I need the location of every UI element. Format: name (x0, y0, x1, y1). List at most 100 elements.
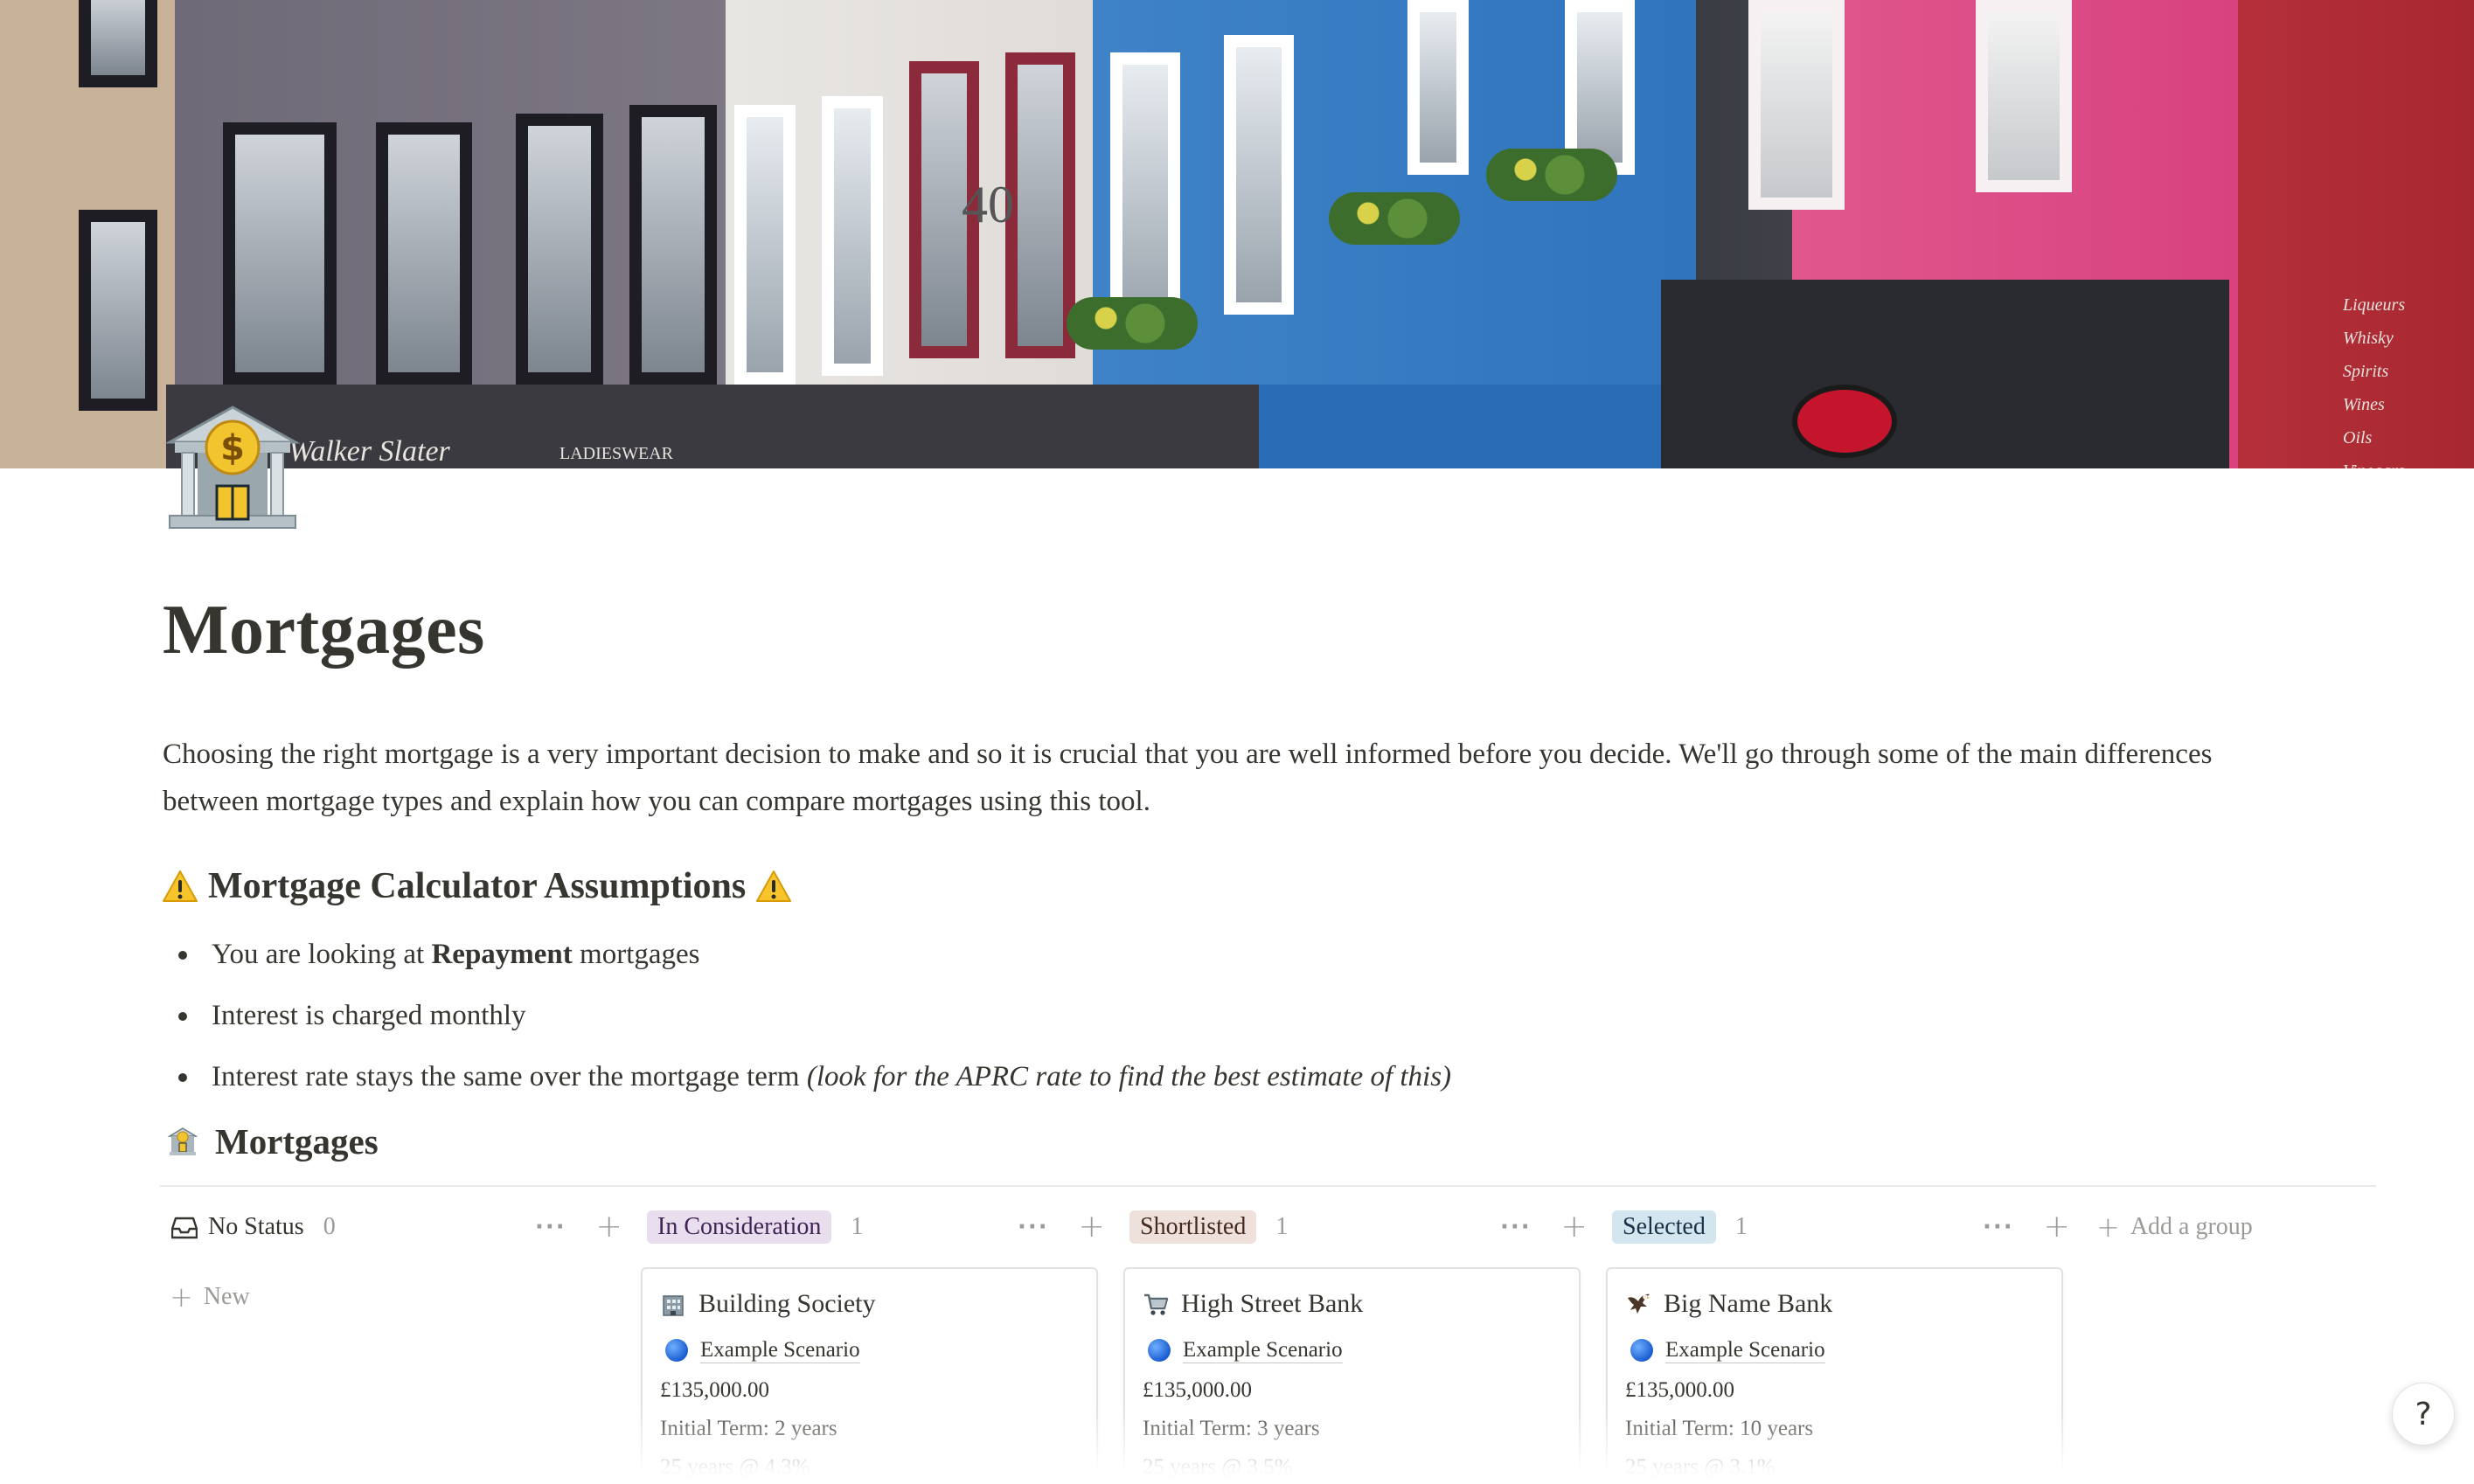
card-title: Big Name Bank (1664, 1289, 1833, 1318)
add-group-label: Add a group (2130, 1213, 2253, 1240)
list-item[interactable]: Interest rate stays the same over the mo… (171, 1052, 1451, 1113)
cover-image: Walker Slater LADIESWEAR 40 Liqueurs Whi… (0, 0, 2474, 468)
inbox-icon (171, 1217, 198, 1239)
cover-window (1224, 35, 1294, 315)
board-card[interactable]: Building Society Example Scenario £135,0… (641, 1267, 1098, 1484)
bullet-text: Interest rate stays the same over the mo… (212, 1061, 807, 1092)
cover-shop-window-text: Liqueurs Whisky Spirits Wines Oils Vineg… (2343, 295, 2406, 468)
cover-window (516, 114, 603, 385)
assumptions-heading[interactable]: Mortgage Calculator Assumptions (163, 865, 792, 907)
blue-circle-icon (665, 1339, 688, 1362)
new-card-button[interactable]: + New (170, 1279, 250, 1314)
warning-icon (163, 870, 198, 902)
cover-door-number: 40 (962, 176, 1014, 233)
cover-flowers (1486, 149, 1617, 201)
card-scenario[interactable]: Example Scenario (1630, 1335, 2044, 1365)
scenario-label: Example Scenario (1665, 1337, 1825, 1363)
group-count: 1 (851, 1213, 864, 1240)
cover-window (1110, 52, 1180, 332)
more-options-icon[interactable]: ··· (1500, 1214, 1532, 1240)
cover-shop (1661, 280, 2229, 468)
group-label: Shortlisted (1129, 1210, 1257, 1244)
card-scenario[interactable]: Example Scenario (1148, 1335, 1561, 1365)
cover-sign-text: Walker Slater (288, 435, 450, 468)
cover-shopfront-blue (1259, 385, 1696, 468)
more-options-icon[interactable]: ··· (1018, 1214, 1049, 1240)
add-icon[interactable]: + (2044, 1211, 2070, 1243)
bullet-bold-text: Repayment (431, 939, 573, 970)
add-icon: + (170, 1280, 193, 1314)
group-label: In Consideration (647, 1210, 832, 1244)
svg-text:$: $ (220, 428, 245, 468)
page-bank-icon[interactable]: $ (163, 402, 302, 542)
card-scenario[interactable]: Example Scenario (665, 1335, 1079, 1365)
bullet-italic-text: (look for the APRC rate to find the best… (806, 1061, 1452, 1092)
list-item[interactable]: You are looking at Repayment mortgages (171, 930, 1451, 991)
add-icon[interactable]: + (1561, 1211, 1588, 1243)
divider (160, 1185, 2376, 1187)
new-card-label: New (203, 1283, 250, 1310)
database-title[interactable]: Mortgages (168, 1120, 379, 1162)
group-count: 0 (323, 1213, 336, 1240)
page-intro[interactable]: Choosing the right mortgage is a very im… (163, 731, 2304, 825)
card-amount: £135,000.00 (660, 1378, 769, 1402)
bullet-text: You are looking at (212, 939, 432, 970)
card-summary: 25 years @ 3.1% (1625, 1455, 1776, 1479)
cover-window (734, 105, 796, 385)
group-header-in-consideration[interactable]: In Consideration 1 (647, 1208, 863, 1246)
add-icon[interactable]: + (596, 1211, 622, 1243)
card-title: High Street Bank (1181, 1289, 1364, 1318)
card-initial-term: Initial Term: 2 years (660, 1417, 837, 1440)
cover-window (822, 96, 883, 376)
group-actions: ··· + (1018, 1208, 1105, 1246)
card-initial-term: Initial Term: 3 years (1143, 1417, 1320, 1440)
board-card[interactable]: Big Name Bank Example Scenario £135,000.… (1606, 1267, 2063, 1484)
bullet-text: Interest is charged monthly (212, 1000, 526, 1031)
scenario-label: Example Scenario (700, 1337, 860, 1363)
add-icon: + (2096, 1210, 2120, 1244)
cover-flowers (1067, 297, 1198, 350)
add-group-button[interactable]: + Add a group (2096, 1208, 2253, 1246)
board-card[interactable]: High Street Bank Example Scenario £135,0… (1123, 1267, 1581, 1484)
help-button[interactable]: ? (2392, 1383, 2455, 1446)
group-label: No Status (208, 1213, 304, 1240)
cover-window (1976, 0, 2072, 192)
group-header-no-status[interactable]: No Status 0 (171, 1208, 336, 1246)
assumptions-heading-text: Mortgage Calculator Assumptions (208, 866, 747, 906)
group-header-selected[interactable]: Selected 1 (1612, 1208, 1748, 1246)
eagle-icon (1628, 1293, 1650, 1314)
add-icon[interactable]: + (1079, 1211, 1105, 1243)
cover-window (1748, 0, 1845, 210)
more-options-icon[interactable]: ··· (535, 1214, 566, 1240)
blue-circle-icon (1148, 1339, 1171, 1362)
group-header-shortlisted[interactable]: Shortlisted 1 (1129, 1208, 1288, 1246)
assumptions-list: You are looking at Repayment mortgages I… (171, 930, 1451, 1113)
group-actions: ··· + (1983, 1208, 2070, 1246)
bank-icon (168, 1127, 198, 1155)
card-summary: 25 years @ 3.5% (1143, 1455, 1293, 1479)
list-item[interactable]: Interest is charged monthly (171, 991, 1451, 1052)
blue-circle-icon (1630, 1339, 1653, 1362)
group-count: 1 (1734, 1213, 1748, 1240)
cover-sign-text: LADIESWEAR (559, 444, 673, 463)
cover-flowers (1329, 192, 1460, 245)
cover-window (1005, 52, 1075, 358)
cover-window (376, 122, 472, 385)
cover-window (223, 122, 337, 385)
card-initial-term: Initial Term: 10 years (1625, 1417, 1814, 1440)
more-options-icon[interactable]: ··· (1983, 1214, 2014, 1240)
card-summary: 25 years @ 4.3% (660, 1455, 810, 1479)
bullet-text: mortgages (572, 939, 700, 970)
cover-window (1407, 0, 1469, 175)
cover-shop-sign (1792, 385, 1897, 458)
shopping-cart-icon (1144, 1293, 1169, 1315)
card-title: Building Society (698, 1289, 876, 1318)
office-building-icon (663, 1295, 684, 1316)
page-title[interactable]: Mortgages (163, 591, 485, 670)
database-title-text: Mortgages (215, 1121, 379, 1162)
group-count: 1 (1275, 1213, 1289, 1240)
card-amount: £135,000.00 (1625, 1378, 1734, 1402)
cover-window (629, 105, 717, 385)
warning-icon (756, 870, 792, 902)
group-actions: ··· + (1500, 1208, 1588, 1246)
